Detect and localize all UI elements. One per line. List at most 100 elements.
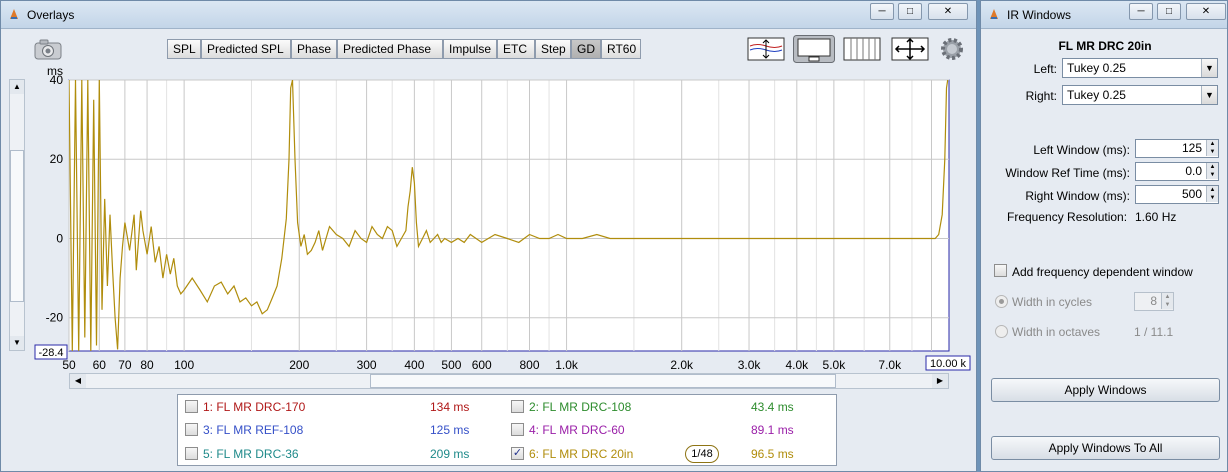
x-tick-label: 300 bbox=[357, 358, 377, 372]
legend-label: 2: FL MR DRC-108 bbox=[529, 400, 632, 414]
legend-value: 209 ms bbox=[430, 447, 470, 461]
x-tick-label: 80 bbox=[140, 358, 154, 372]
x-tick-label: 5.0k bbox=[823, 358, 847, 372]
measurement-legend: 1: FL MR DRC-170 134 ms 2: FL MR DRC-108… bbox=[177, 394, 837, 466]
x-tick-label: 7.0k bbox=[878, 358, 902, 372]
right-window-type-value: Tukey 0.25 bbox=[1067, 88, 1126, 102]
smoothing-badge[interactable]: 1/48 bbox=[685, 445, 719, 463]
scroll-left-icon[interactable]: ◀ bbox=[70, 374, 86, 388]
right-window-type-label: Right: bbox=[1025, 89, 1057, 103]
right-window-ms-value: 500 bbox=[1181, 187, 1202, 201]
legend-item-1[interactable]: 1: FL MR DRC-170 134 ms bbox=[185, 397, 505, 417]
legend-value: 125 ms bbox=[430, 423, 470, 437]
legend-item-5[interactable]: 5: FL MR DRC-36 209 ms bbox=[185, 444, 505, 464]
width-cycles-label: Width in cycles bbox=[1012, 295, 1093, 309]
y-tick-label: -20 bbox=[46, 311, 64, 325]
y-tick-label: 20 bbox=[50, 152, 64, 166]
legend-checkbox[interactable] bbox=[185, 400, 198, 413]
overlays-window: Overlays ─ □ ✕ SPL Predicted SPL Phase Pred… bbox=[0, 0, 977, 472]
x-tick-label: 200 bbox=[289, 358, 309, 372]
legend-value: 96.5 ms bbox=[751, 447, 794, 461]
maximize-button[interactable]: □ bbox=[1157, 3, 1181, 20]
legend-label: 6: FL MR DRC 20in bbox=[529, 447, 634, 461]
x-max-readout: 10.00 k bbox=[930, 358, 967, 370]
chevron-down-icon[interactable]: ▼ bbox=[1201, 86, 1217, 104]
left-window-ms-value: 125 bbox=[1181, 141, 1202, 155]
frequency-resolution-label: Frequency Resolution: bbox=[1007, 210, 1128, 224]
horizontal-scrollbar[interactable]: ◀ ▶ bbox=[69, 373, 949, 389]
apply-windows-button[interactable]: Apply Windows bbox=[991, 378, 1220, 402]
ir-windows-window: IR Windows ─ □ ✕ FL MR DRC 20in Left: Tu… bbox=[980, 0, 1228, 472]
scroll-right-icon[interactable]: ▶ bbox=[932, 374, 948, 388]
ref-time-label: Window Ref Time (ms): bbox=[1005, 166, 1130, 180]
x-tick-label: 2.0k bbox=[670, 358, 694, 372]
x-tick-label: 400 bbox=[404, 358, 424, 372]
x-tick-label: 70 bbox=[118, 358, 132, 372]
width-octaves-label: Width in octaves bbox=[1012, 325, 1101, 339]
x-tick-label: 60 bbox=[93, 358, 107, 372]
plot-area bbox=[68, 79, 950, 352]
legend-checkbox[interactable] bbox=[511, 400, 524, 413]
legend-checkbox[interactable] bbox=[185, 447, 198, 460]
measurement-name: FL MR DRC 20in bbox=[1058, 39, 1152, 53]
spin-up-icon[interactable]: ▲ bbox=[1206, 186, 1218, 194]
left-window-type-select[interactable]: Tukey 0.25 ▼ bbox=[1062, 58, 1218, 78]
frequency-resolution-value: 1.60 Hz bbox=[1135, 210, 1177, 224]
legend-checkbox[interactable]: ✓ bbox=[511, 447, 524, 460]
fdw-checkbox[interactable] bbox=[994, 264, 1007, 277]
legend-item-6[interactable]: ✓ 6: FL MR DRC 20in 96.5 ms bbox=[511, 444, 831, 464]
x-tick-label: 50 bbox=[62, 358, 76, 372]
x-tick-label: 800 bbox=[519, 358, 539, 372]
right-window-type-select[interactable]: Tukey 0.25 ▼ bbox=[1062, 85, 1218, 105]
legend-checkbox[interactable] bbox=[511, 423, 524, 436]
spin-up-icon[interactable]: ▲ bbox=[1161, 293, 1173, 301]
spin-down-icon[interactable]: ▼ bbox=[1206, 171, 1218, 179]
width-octaves-radio[interactable] bbox=[995, 325, 1008, 338]
spin-down-icon[interactable]: ▼ bbox=[1161, 301, 1173, 309]
width-octaves-value: 1 / 11.1 bbox=[1134, 325, 1174, 339]
right-window-ms-label: Right Window (ms): bbox=[1025, 189, 1130, 203]
group-delay-chart[interactable]: 50 60 70 80 100 200 300 400 500 600 800 1.0k 2.0k 3.0… bbox=[1, 1, 978, 373]
ref-time-value: 0.0 bbox=[1185, 164, 1202, 178]
x-tick-label: 500 bbox=[441, 358, 461, 372]
minimize-button[interactable]: ─ bbox=[1129, 3, 1153, 20]
spin-up-icon[interactable]: ▲ bbox=[1206, 140, 1218, 148]
left-window-type-value: Tukey 0.25 bbox=[1067, 61, 1126, 75]
chevron-down-icon[interactable]: ▼ bbox=[1201, 59, 1217, 77]
spin-down-icon[interactable]: ▼ bbox=[1206, 148, 1218, 156]
spin-down-icon[interactable]: ▼ bbox=[1206, 194, 1218, 202]
close-button[interactable]: ✕ bbox=[1186, 3, 1226, 20]
legend-checkbox[interactable] bbox=[185, 423, 198, 436]
window-title: IR Windows bbox=[1007, 8, 1072, 22]
legend-label: 1: FL MR DRC-170 bbox=[203, 400, 306, 414]
legend-label: 3: FL MR REF-108 bbox=[203, 423, 304, 437]
left-window-ms-field[interactable]: 125 ▲ ▼ bbox=[1135, 139, 1219, 158]
legend-value: 43.4 ms bbox=[751, 400, 794, 414]
left-window-ms-label: Left Window (ms): bbox=[1033, 143, 1130, 157]
legend-label: 4: FL MR DRC-60 bbox=[529, 423, 625, 437]
x-tick-label: 4.0k bbox=[785, 358, 809, 372]
legend-value: 89.1 ms bbox=[751, 423, 794, 437]
ir-titlebar[interactable]: IR Windows ─ □ ✕ bbox=[981, 1, 1227, 29]
left-window-type-label: Left: bbox=[1033, 62, 1057, 76]
width-cycles-value: 8 bbox=[1150, 294, 1157, 308]
spin-up-icon[interactable]: ▲ bbox=[1206, 163, 1218, 171]
x-tick-label: 1.0k bbox=[555, 358, 579, 372]
width-cycles-field[interactable]: 8 ▲ ▼ bbox=[1134, 292, 1174, 311]
app-icon bbox=[990, 9, 998, 19]
x-tick-label: 600 bbox=[472, 358, 492, 372]
horizontal-scroll-thumb[interactable] bbox=[370, 374, 836, 388]
right-window-ms-field[interactable]: 500 ▲ ▼ bbox=[1135, 185, 1219, 204]
fdw-label: Add frequency dependent window bbox=[1012, 265, 1193, 279]
legend-item-2[interactable]: 2: FL MR DRC-108 43.4 ms bbox=[511, 397, 831, 417]
y-axis-unit: ms bbox=[47, 64, 63, 78]
apply-windows-to-all-button[interactable]: Apply Windows To All bbox=[991, 436, 1220, 460]
y-min-readout: -28.4 bbox=[38, 347, 63, 359]
legend-value: 134 ms bbox=[430, 400, 470, 414]
x-tick-label: 100 bbox=[174, 358, 194, 372]
legend-item-4[interactable]: 4: FL MR DRC-60 89.1 ms bbox=[511, 420, 831, 440]
ref-time-field[interactable]: 0.0 ▲ ▼ bbox=[1135, 162, 1219, 181]
legend-item-3[interactable]: 3: FL MR REF-108 125 ms bbox=[185, 420, 505, 440]
y-tick-label: 0 bbox=[56, 231, 63, 245]
width-cycles-radio[interactable] bbox=[995, 295, 1008, 308]
